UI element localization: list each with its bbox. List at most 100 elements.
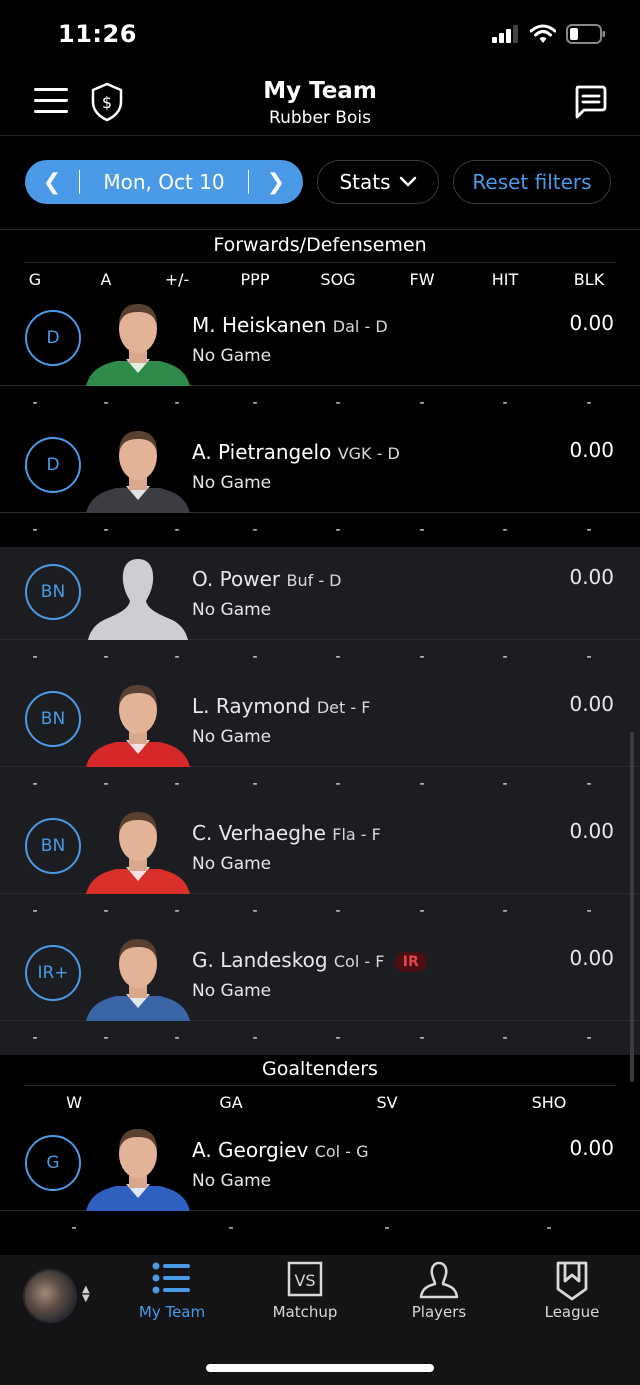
player-row[interactable]: BN C. Verhaeghe Fla - F No Game 0.00 - - - - - - -…	[0, 801, 640, 928]
date-label[interactable]: Mon, Oct 10	[80, 170, 248, 194]
player-info[interactable]: IR+ G. Landeskog Col - F IR No Game 0.00	[0, 928, 640, 1021]
player-row[interactable]: IR+ G. Landeskog Col - F IR No Game 0.00 - - -…	[0, 928, 640, 1055]
player-name[interactable]: M. Heiskanen	[192, 313, 326, 337]
stat-value: -	[32, 649, 38, 665]
cellular-signal-icon	[492, 25, 518, 43]
filter-bar: ❮ Mon, Oct 10 ❯ Stats Reset filters	[25, 160, 612, 204]
player-name-line[interactable]: A. Pietrangelo VGK - D	[192, 440, 400, 464]
fantasy-points: 0.00	[569, 311, 614, 335]
team-switcher-icon[interactable]: ▲ ▼	[82, 1285, 90, 1304]
player-name[interactable]: C. Verhaeghe	[192, 821, 326, 845]
tab-players[interactable]: Players	[384, 1261, 494, 1325]
player-name[interactable]: A. Pietrangelo	[192, 440, 331, 464]
stat-value: -	[228, 1220, 234, 1236]
column-header[interactable]: A	[101, 270, 112, 289]
player-name[interactable]: L. Raymond	[192, 694, 311, 718]
stat-value: -	[174, 522, 180, 538]
player-placeholder-icon	[88, 559, 188, 640]
player-info[interactable]: BN O. Power Buf - D No Game 0.00	[0, 547, 640, 640]
stat-value: -	[419, 776, 425, 792]
reset-filters-button[interactable]: Reset filters	[453, 160, 611, 204]
player-row[interactable]: G A. Georgiev Col - G No Game 0.00 - - - -	[0, 1118, 640, 1245]
column-header[interactable]: GA	[219, 1093, 242, 1112]
stat-value: -	[384, 1220, 390, 1236]
column-header[interactable]: +/-	[165, 270, 190, 289]
player-photo	[86, 685, 190, 767]
column-header[interactable]: SHO	[532, 1093, 567, 1112]
player-name-line[interactable]: C. Verhaeghe Fla - F	[192, 821, 381, 845]
prev-day-button[interactable]: ❮	[25, 160, 79, 204]
player-row[interactable]: D A. Pietrangelo VGK - D No Game 0.00 - - - - - -…	[0, 420, 640, 547]
player-info[interactable]: D M. Heiskanen Dal - D No Game 0.00	[0, 293, 640, 386]
next-day-button[interactable]: ❯	[249, 160, 303, 204]
roster-slot-button[interactable]: D	[25, 437, 81, 493]
vs-icon: VS	[287, 1261, 323, 1297]
stat-value: -	[174, 776, 180, 792]
player-row[interactable]: BN L. Raymond Det - F No Game 0.00 - - - - - - - -	[0, 674, 640, 801]
divider	[0, 229, 640, 230]
player-name[interactable]: G. Landeskog	[192, 948, 328, 972]
column-header[interactable]: PPP	[241, 270, 270, 289]
column-header[interactable]: SV	[376, 1093, 397, 1112]
player-name[interactable]: O. Power	[192, 567, 280, 591]
column-header[interactable]: W	[66, 1093, 82, 1112]
player-name-line[interactable]: M. Heiskanen Dal - D	[192, 313, 388, 337]
tab-my-team[interactable]: My Team	[117, 1261, 227, 1325]
stat-value: -	[252, 903, 258, 919]
game-status: No Game	[192, 854, 272, 874]
scrollbar[interactable]	[630, 732, 634, 1082]
stat-value: -	[32, 522, 38, 538]
column-header[interactable]: BLK	[574, 270, 604, 289]
game-status: No Game	[192, 981, 272, 1001]
column-header[interactable]: G	[29, 270, 41, 289]
person-icon	[419, 1261, 459, 1299]
stat-value: -	[419, 903, 425, 919]
home-indicator[interactable]	[206, 1364, 434, 1372]
stat-value: -	[586, 1030, 592, 1046]
player-photo	[86, 939, 190, 1021]
tab-league[interactable]: League	[517, 1261, 627, 1325]
stat-value: -	[335, 903, 341, 919]
roster-slot-button[interactable]: D	[25, 310, 81, 366]
stat-value: -	[32, 395, 38, 411]
stat-value: -	[252, 395, 258, 411]
stat-value: -	[103, 1030, 109, 1046]
stat-value: -	[252, 649, 258, 665]
column-header[interactable]: HIT	[492, 270, 519, 289]
column-header[interactable]: FW	[409, 270, 434, 289]
roster-slot-button[interactable]: BN	[25, 691, 81, 747]
player-name-line[interactable]: A. Georgiev Col - G	[192, 1138, 368, 1162]
player-stats-row: ----	[0, 1212, 640, 1245]
player-name-line[interactable]: O. Power Buf - D	[192, 567, 342, 591]
player-info[interactable]: D A. Pietrangelo VGK - D No Game 0.00	[0, 420, 640, 513]
player-info[interactable]: G A. Georgiev Col - G No Game 0.00	[0, 1118, 640, 1211]
player-info[interactable]: BN C. Verhaeghe Fla - F No Game 0.00	[0, 801, 640, 894]
page-title: My Team	[263, 78, 377, 104]
stat-value: -	[419, 395, 425, 411]
tab-label: League	[544, 1303, 600, 1321]
player-name-line[interactable]: L. Raymond Det - F	[192, 694, 370, 718]
divider	[24, 1085, 616, 1086]
player-name[interactable]: A. Georgiev	[192, 1138, 308, 1162]
stats-dropdown[interactable]: Stats	[317, 160, 439, 204]
player-row[interactable]: BN O. Power Buf - D No Game 0.00 - - - - - - - -	[0, 547, 640, 674]
column-header[interactable]: SOG	[320, 270, 355, 289]
stat-value: -	[174, 649, 180, 665]
tab-matchup[interactable]: VS Matchup	[250, 1261, 360, 1325]
stat-value: -	[103, 395, 109, 411]
player-name-line[interactable]: G. Landeskog Col - F IR	[192, 948, 427, 972]
stat-value: -	[252, 522, 258, 538]
stat-value: -	[586, 522, 592, 538]
game-status: No Game	[192, 346, 272, 366]
roster-slot-button[interactable]: G	[25, 1135, 81, 1191]
status-time: 11:26	[58, 20, 137, 48]
roster-slot-button[interactable]: BN	[25, 564, 81, 620]
player-stats-row: --------	[0, 641, 640, 674]
player-row[interactable]: D M. Heiskanen Dal - D No Game 0.00 - - - - - - - -	[0, 293, 640, 420]
player-info[interactable]: BN L. Raymond Det - F No Game 0.00	[0, 674, 640, 767]
roster-slot-button[interactable]: IR+	[25, 945, 81, 1001]
chat-icon[interactable]	[572, 84, 608, 120]
chevron-left-icon: ❮	[42, 169, 62, 195]
team-avatar[interactable]	[23, 1269, 77, 1323]
roster-slot-button[interactable]: BN	[25, 818, 81, 874]
